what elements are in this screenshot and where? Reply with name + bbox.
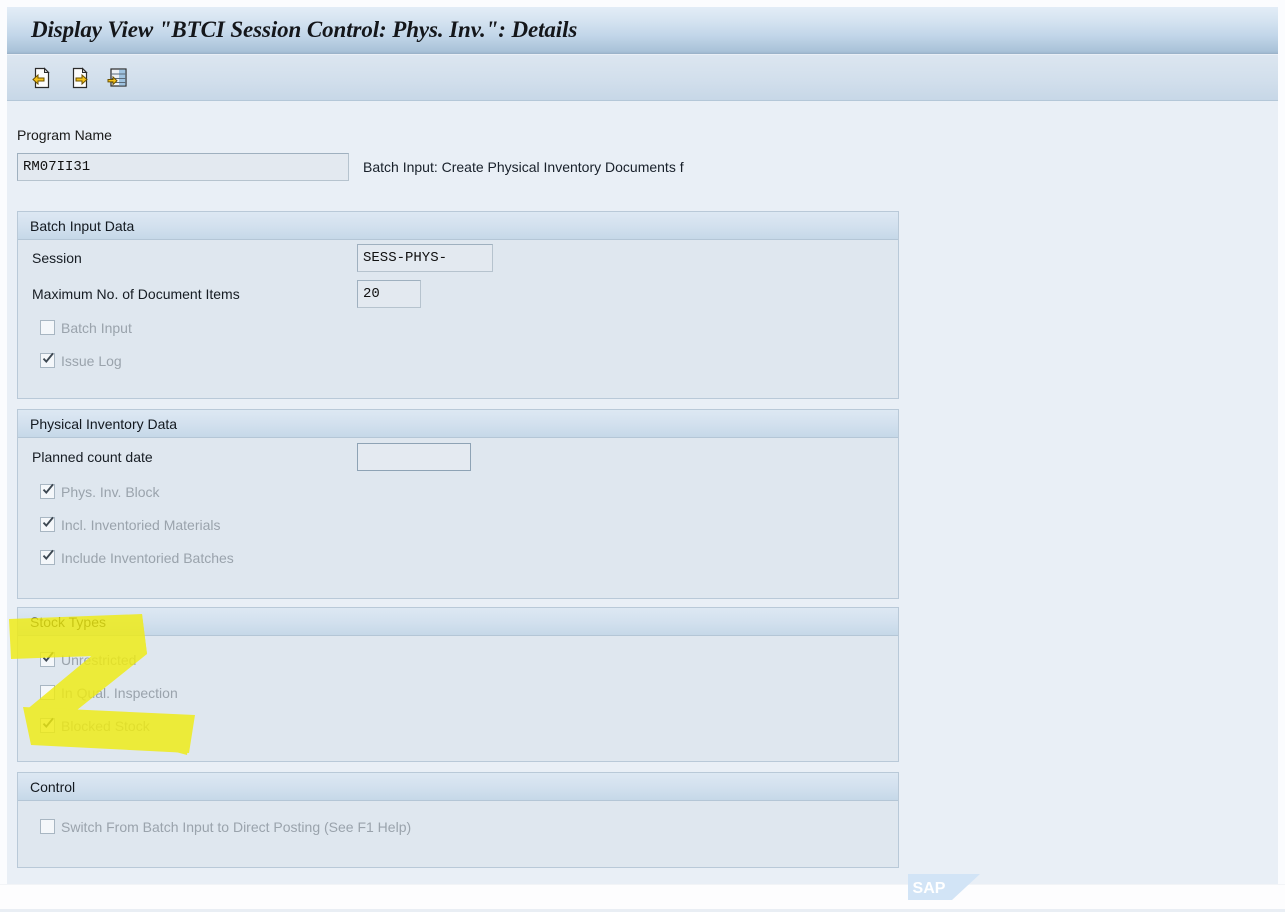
group-body-stock-types: Unrestricted In Qual. Inspection Blocked… xyxy=(18,636,898,742)
group-control: Control Switch From Batch Input to Direc… xyxy=(17,772,899,868)
checkbox-in-qual-inspection[interactable] xyxy=(40,685,55,700)
check-icon xyxy=(42,352,54,364)
check-icon xyxy=(42,483,54,495)
program-name-input[interactable] xyxy=(17,153,349,181)
program-name-row: Batch Input: Create Physical Inventory D… xyxy=(17,153,684,181)
checkbox-label-in-qual-inspection: In Qual. Inspection xyxy=(61,684,178,701)
checkbox-label-blocked-stock: Blocked Stock xyxy=(61,717,150,734)
checkbox-row-phys-inv-block[interactable]: Phys. Inv. Block xyxy=(18,475,898,508)
group-header-batch-input-data: Batch Input Data xyxy=(18,212,898,240)
checkbox-include-inventoried-batches[interactable] xyxy=(40,549,55,565)
checkbox-label-incl-inventoried-materials: Incl. Inventoried Materials xyxy=(61,516,221,533)
field-row-session: Session xyxy=(18,240,898,276)
checkbox-label-unrestricted: Unrestricted xyxy=(61,651,137,668)
session-label: Session xyxy=(32,250,82,266)
checkbox-incl-inventoried-materials[interactable] xyxy=(40,516,55,532)
group-title: Control xyxy=(30,778,76,795)
sap-logo: SAP xyxy=(908,874,980,900)
checkbox-label-switch-direct-posting: Switch From Batch Input to Direct Postin… xyxy=(61,818,412,835)
group-header-stock-types: Stock Types xyxy=(18,608,898,636)
sap-logo-text: SAP xyxy=(913,880,946,897)
document-left-arrow-icon xyxy=(30,66,54,90)
group-batch-input-data: Batch Input Data Session Maximum No. of … xyxy=(17,211,899,399)
session-input[interactable] xyxy=(357,244,493,272)
checkbox-row-batch-input[interactable]: Batch Input xyxy=(18,311,898,344)
previous-entry-button[interactable] xyxy=(29,65,55,91)
checkbox-label-batch-input: Batch Input xyxy=(61,319,132,336)
checkbox-issue-log[interactable] xyxy=(40,352,55,368)
document-right-arrow-icon xyxy=(68,66,92,90)
sap-application-window: Display View "BTCI Session Control: Phys… xyxy=(0,0,1285,912)
checkbox-label-include-inventoried-batches: Include Inventoried Batches xyxy=(61,549,234,566)
checkbox-row-unrestricted[interactable]: Unrestricted xyxy=(18,643,898,676)
status-bar xyxy=(0,884,1285,912)
checkbox-row-switch-direct-posting[interactable]: Switch From Batch Input to Direct Postin… xyxy=(18,810,898,843)
checkbox-phys-inv-block[interactable] xyxy=(40,483,55,499)
checkbox-row-in-qual-inspection[interactable]: In Qual. Inspection xyxy=(18,676,898,709)
field-row-max-doc-items: Maximum No. of Document Items xyxy=(18,276,898,311)
checkbox-batch-input[interactable] xyxy=(40,320,55,335)
planned-count-date-input[interactable] xyxy=(357,442,471,471)
planned-count-date-label: Planned count date xyxy=(32,448,153,465)
checkbox-row-issue-log[interactable]: Issue Log xyxy=(18,344,898,377)
form-canvas: Program Name Batch Input: Create Physica… xyxy=(7,101,1278,877)
checkbox-row-incl-inventoried-materials[interactable]: Incl. Inventoried Materials xyxy=(18,508,898,541)
max-document-items-label: Maximum No. of Document Items xyxy=(32,285,240,302)
details-button[interactable] xyxy=(105,65,131,91)
group-body-batch-input-data: Session Maximum No. of Document Items Ba… xyxy=(18,240,898,377)
check-icon xyxy=(42,717,54,729)
group-title: Physical Inventory Data xyxy=(30,415,178,432)
group-title: Batch Input Data xyxy=(30,217,135,234)
checkbox-row-include-inventoried-batches[interactable]: Include Inventoried Batches xyxy=(18,541,898,574)
next-entry-button[interactable] xyxy=(67,65,93,91)
page-title: Display View "BTCI Session Control: Phys… xyxy=(31,17,578,42)
check-icon xyxy=(42,516,54,528)
check-icon xyxy=(42,651,54,663)
group-stock-types: Stock Types Unrestricted In Qual. Inspec… xyxy=(17,607,899,762)
window-title-bar: Display View "BTCI Session Control: Phys… xyxy=(7,7,1278,54)
group-title: Stock Types xyxy=(30,613,107,630)
max-document-items-input[interactable] xyxy=(357,279,421,308)
program-name-label: Program Name xyxy=(17,127,112,143)
checkbox-unrestricted[interactable] xyxy=(40,651,55,667)
checkbox-label-issue-log: Issue Log xyxy=(61,352,122,369)
group-body-control: Switch From Batch Input to Direct Postin… xyxy=(18,801,898,843)
table-right-arrow-icon xyxy=(106,66,130,90)
program-description: Batch Input: Create Physical Inventory D… xyxy=(363,159,684,175)
field-row-planned-count-date: Planned count date xyxy=(18,438,898,475)
check-icon xyxy=(42,549,54,561)
checkbox-blocked-stock[interactable] xyxy=(40,717,55,733)
checkbox-row-blocked-stock[interactable]: Blocked Stock xyxy=(18,709,898,742)
group-body-physical-inventory-data: Planned count date Phys. Inv. Block Incl… xyxy=(18,438,898,574)
checkbox-label-phys-inv-block: Phys. Inv. Block xyxy=(61,483,160,500)
checkbox-switch-direct-posting[interactable] xyxy=(40,819,55,834)
application-toolbar xyxy=(7,55,1278,101)
group-physical-inventory-data: Physical Inventory Data Planned count da… xyxy=(17,409,899,599)
group-header-physical-inventory-data: Physical Inventory Data xyxy=(18,410,898,438)
group-header-control: Control xyxy=(18,773,898,801)
